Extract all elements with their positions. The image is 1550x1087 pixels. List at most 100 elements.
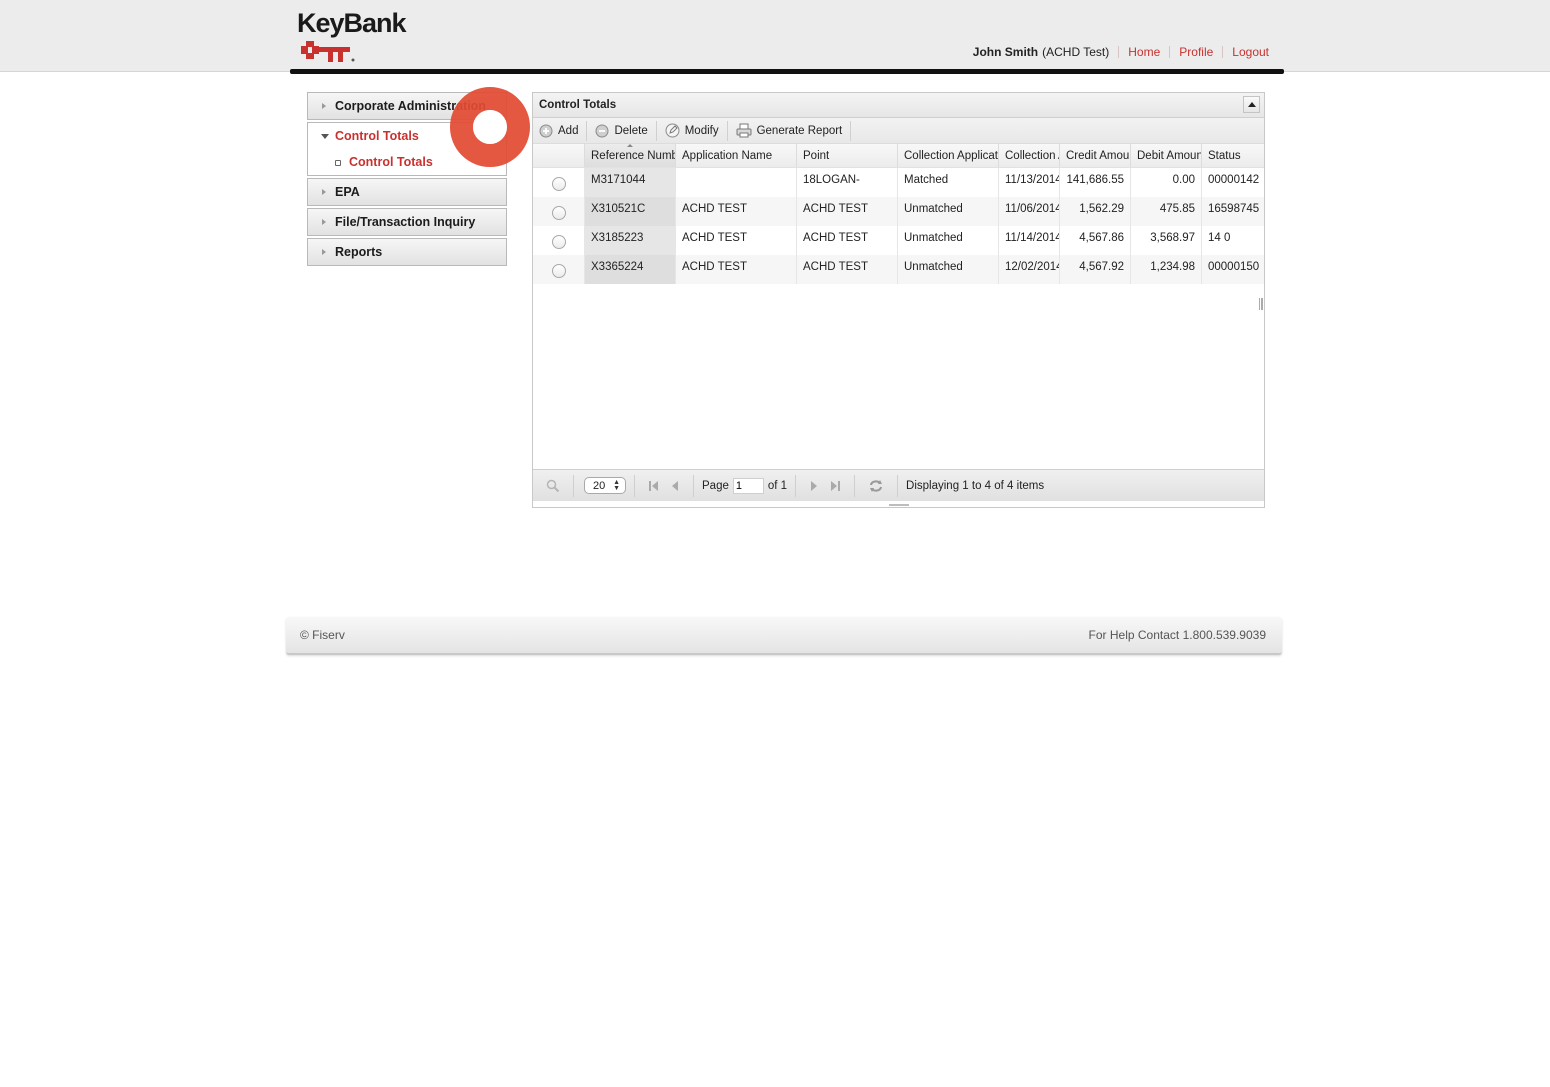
help-contact-text: For Help Contact 1.800.539.9039: [1088, 628, 1266, 642]
cell-credit: 4,567.92: [1060, 255, 1131, 284]
divider: [795, 474, 797, 497]
keybank-logo[interactable]: KeyBank: [297, 9, 407, 62]
grid-body: M3171044 18LOGAN- Matched 11/13/2014 141…: [533, 168, 1264, 490]
sidebar-item-label: File/Transaction Inquiry: [335, 215, 476, 229]
sidebar-nav: Corporate Administration Control Totals …: [307, 92, 507, 268]
divider: [1169, 46, 1171, 58]
divider: [897, 474, 899, 497]
cell-reference: X310521C: [585, 197, 676, 226]
cell-reference: M3171044: [585, 168, 676, 197]
column-header-collection-application[interactable]: Collection Applicati: [898, 144, 999, 167]
divider: [1118, 46, 1120, 58]
column-header-credit-amount[interactable]: Credit Amour: [1060, 144, 1131, 167]
column-header-point[interactable]: Point: [797, 144, 898, 167]
row-radio[interactable]: [551, 205, 566, 220]
page-footer: © Fiserv For Help Contact 1.800.539.9039: [286, 617, 1282, 655]
column-header-debit-amount[interactable]: Debit Amount: [1131, 144, 1202, 167]
pagination-bar: 20 ▲▼ Page of 1 Displaying 1 to 4 of 4 i…: [533, 469, 1264, 501]
home-link[interactable]: Home: [1128, 45, 1160, 59]
sidebar-item-file-transaction-inquiry[interactable]: File/Transaction Inquiry: [307, 208, 507, 236]
cell-collection-date: 11/14/2014: [999, 226, 1060, 255]
table-row[interactable]: X3185223 ACHD TEST ACHD TEST Unmatched 1…: [533, 226, 1264, 255]
cell-point: ACHD TEST: [797, 197, 898, 226]
copyright-text: © Fiserv: [300, 628, 345, 642]
column-header-reference-number[interactable]: Reference Numbe: [585, 144, 676, 167]
user-nav: John Smith (ACHD Test) Home Profile Logo…: [973, 45, 1269, 59]
logout-link[interactable]: Logout: [1232, 45, 1269, 59]
panel-resize-handle[interactable]: [889, 504, 909, 506]
spinner-arrows-icon: ▲ ▼: [613, 479, 620, 492]
row-radio[interactable]: [551, 234, 566, 249]
generate-report-label: Generate Report: [756, 124, 843, 137]
panel-header: Control Totals: [533, 93, 1264, 118]
sidebar-item-label: Control Totals: [335, 129, 419, 143]
cell-application: ACHD TEST: [676, 255, 797, 284]
table-row[interactable]: X3365224 ACHD TEST ACHD TEST Unmatched 1…: [533, 255, 1264, 284]
page-label: Page: [702, 479, 729, 492]
add-circle-icon: [539, 124, 553, 138]
cell-collection-app: Matched: [898, 168, 999, 197]
arrow-right-icon: [322, 189, 326, 195]
minus-circle-icon: [595, 124, 609, 138]
profile-link[interactable]: Profile: [1179, 45, 1213, 59]
last-page-icon[interactable]: [829, 480, 841, 492]
cell-credit: 4,567.86: [1060, 226, 1131, 255]
cell-debit: 3,568.97: [1131, 226, 1202, 255]
sidebar-item-label: Reports: [335, 245, 383, 259]
cell-point: 18LOGAN-: [797, 168, 898, 197]
next-page-icon[interactable]: [809, 480, 819, 492]
search-icon[interactable]: [546, 479, 560, 493]
first-page-icon[interactable]: [648, 480, 660, 492]
prev-page-icon[interactable]: [670, 480, 680, 492]
page-number-input[interactable]: [732, 477, 764, 494]
sidebar-subitem-label: Control Totals: [349, 155, 433, 169]
sidebar-item-corporate-administration[interactable]: Corporate Administration: [307, 92, 507, 120]
control-totals-panel: Control Totals Add Delete Modify Generat…: [532, 92, 1265, 508]
column-header-application-name[interactable]: Application Name: [676, 144, 797, 167]
cell-credit: 141,686.55: [1060, 168, 1131, 197]
page-size-value: 20: [593, 479, 606, 492]
pencil-circle-icon: [665, 123, 680, 138]
arrow-down-icon: [321, 133, 329, 139]
column-resize-handle[interactable]: [1259, 298, 1263, 310]
key-icon: [301, 41, 355, 62]
page-size-select[interactable]: 20 ▲ ▼: [584, 477, 626, 494]
column-header-status[interactable]: Status: [1202, 144, 1264, 167]
cell-application: [676, 168, 797, 197]
cell-collection-date: 12/02/2014: [999, 255, 1060, 284]
cell-collection-date: 11/13/2014: [999, 168, 1060, 197]
cell-collection-app: Unmatched: [898, 197, 999, 226]
row-radio[interactable]: [551, 176, 566, 191]
divider: [634, 474, 635, 497]
row-radio[interactable]: [551, 263, 566, 278]
collapse-button[interactable]: [1243, 96, 1260, 113]
divider: [573, 474, 574, 497]
sidebar-item-epa[interactable]: EPA: [307, 178, 507, 206]
panel-title: Control Totals: [539, 99, 617, 111]
sidebar-subitem-control-totals[interactable]: Control Totals: [335, 155, 433, 169]
generate-report-button[interactable]: Generate Report: [734, 120, 852, 141]
arrow-right-icon: [322, 219, 326, 225]
cell-credit: 1,562.29: [1060, 197, 1131, 226]
cell-debit: 0.00: [1131, 168, 1202, 197]
top-header: KeyBank John Smith (ACHD Test) Home Prof…: [0, 0, 1550, 72]
user-name: John Smith: [972, 45, 1039, 59]
sidebar-item-reports[interactable]: Reports: [307, 238, 507, 266]
add-label: Add: [558, 124, 579, 137]
sidebar-item-control-totals[interactable]: Control Totals: [321, 129, 419, 143]
row-select-cell: [533, 226, 585, 255]
add-button[interactable]: Add: [537, 120, 588, 141]
row-select-cell: [533, 197, 585, 226]
table-row[interactable]: M3171044 18LOGAN- Matched 11/13/2014 141…: [533, 168, 1264, 197]
refresh-icon[interactable]: [868, 479, 884, 493]
display-status: Displaying 1 to 4 of 4 items: [906, 479, 1045, 492]
column-header-collection-date[interactable]: Collection A: [999, 144, 1060, 167]
cell-point: ACHD TEST: [797, 226, 898, 255]
printer-icon: [736, 123, 752, 138]
divider: [693, 474, 694, 497]
delete-button[interactable]: Delete: [593, 120, 657, 141]
table-row[interactable]: X310521C ACHD TEST ACHD TEST Unmatched 1…: [533, 197, 1264, 226]
modify-button[interactable]: Modify: [663, 120, 728, 141]
cell-collection-date: 11/06/2014: [999, 197, 1060, 226]
cell-application: ACHD TEST: [676, 226, 797, 255]
